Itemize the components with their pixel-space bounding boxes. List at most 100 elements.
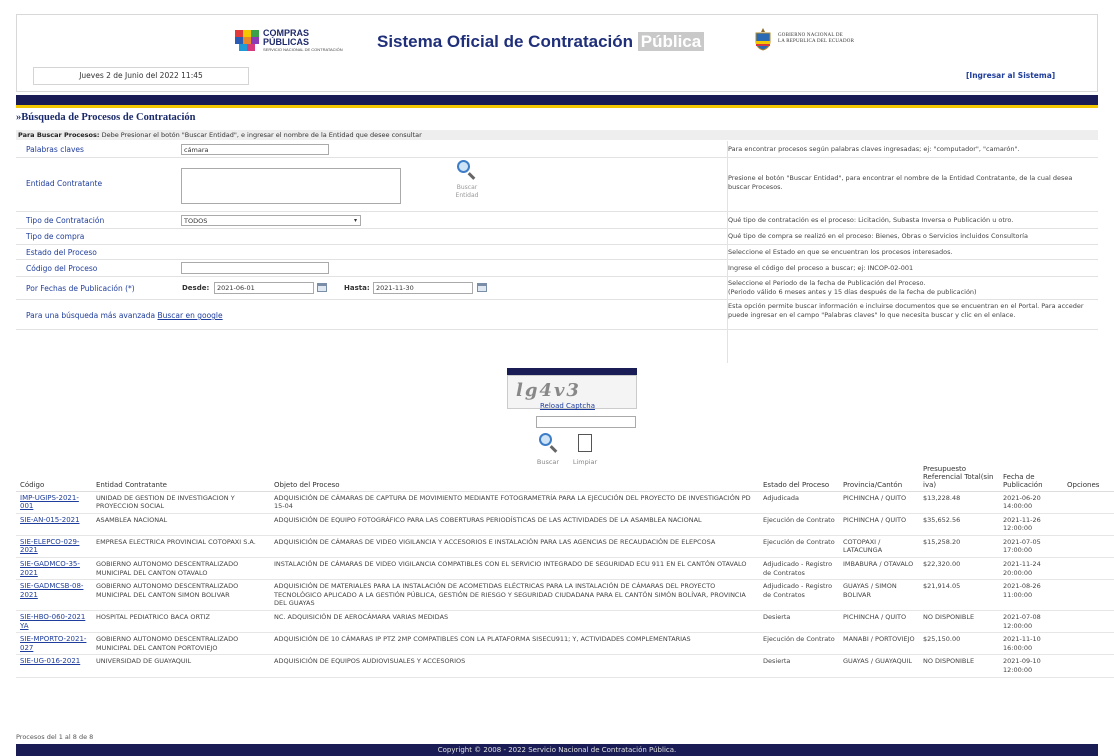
entity-cell: UNIDAD DE GESTION DE INVESTIGACION Y PRO… (92, 491, 270, 514)
entity-cell: GOBIERNO AUTONOMO DESCENTRALIZADO MUNICI… (92, 557, 270, 581)
reload-captcha-link[interactable]: Reload Captcha (540, 402, 595, 410)
dates-desc-line2: (Periodo válido 6 meses antes y 15 días … (728, 288, 977, 296)
table-row: SIE-ELEPCO-029-2021 EMPRESA ELECTRICA PRO… (16, 535, 1114, 559)
results-table: Código Entidad Contratante Objeto del Pr… (16, 455, 1114, 678)
process-code-input[interactable] (181, 262, 329, 274)
process-code-link[interactable]: SIE-GADMCSB-08-2021 (20, 582, 83, 599)
entity-cell: GOBIERNO AUTONOMO DESCENTRALIZADO MUNICI… (92, 579, 270, 612)
object-cell: ADQUISICIÓN DE CÁMARAS DE VIDEO VIGILANC… (270, 535, 759, 559)
state-cell: Adjudicado - Registro de Contratos (759, 579, 839, 612)
contract-type-value: TODOS (184, 217, 208, 225)
province-cell: PICHINCHA / QUITO (839, 513, 919, 536)
process-code-link[interactable]: SIE-MPORTO-2021-027 (20, 635, 86, 652)
compras-logo-mark-icon (235, 29, 259, 52)
calendar-icon[interactable] (317, 283, 327, 292)
state-cell: Ejecución de Contrato (759, 632, 839, 656)
process-code-link[interactable]: SIE-UG-016-2021 (20, 657, 80, 665)
table-row: SIE-AN-015-2021 ASAMBLEA NACIONAL ADQUISIC… (16, 513, 1114, 536)
table-row: SIE-HBO-060-2021 YA HOSPITAL PEDIATRICO B… (16, 610, 1114, 634)
options-cell (1063, 632, 1114, 656)
process-code-cell: SIE-GADMCSB-08-2021 (16, 579, 92, 612)
date-cell: 2021-07-05 17:00:00 (999, 535, 1063, 559)
date-cell: 2021-08-26 11:00:00 (999, 579, 1063, 612)
keywords-desc: Para encontrar procesos según palabras c… (728, 145, 1020, 153)
process-code-link[interactable]: SIE-GADMCO-35-2021 (20, 560, 80, 577)
google-search-link[interactable]: Buscar en google (157, 311, 222, 320)
keywords-input[interactable]: cámara (181, 144, 329, 155)
process-code-link[interactable]: SIE-ELEPCO-029-2021 (20, 538, 79, 555)
compras-tagline: SERVICIO NACIONAL DE CONTRATACIÓN (263, 47, 343, 52)
budget-cell: $15,258.20 (919, 535, 999, 559)
process-code-cell: SIE-MPORTO-2021-027 (16, 632, 92, 656)
ecuador-shield-icon (753, 27, 773, 51)
date-cell: 2021-11-26 12:00:00 (999, 513, 1063, 536)
object-cell: ADQUISICIÓN DE EQUIPOS AUDIOVISUALES Y A… (270, 654, 759, 678)
options-cell (1063, 610, 1114, 634)
process-code-row: Código del Proceso Ingrese el código del… (16, 260, 1098, 277)
process-code-cell: SIE-ELEPCO-029-2021 (16, 535, 92, 559)
process-code-link[interactable]: SIE-AN-015-2021 (20, 516, 80, 524)
advanced-row: Para una búsqueda más avanzada Buscar en… (16, 300, 1098, 330)
header-band (16, 95, 1098, 105)
province-cell: MANABI / PORTOVIEJO (839, 632, 919, 656)
object-cell: INSTALACIÓN DE CÁMARAS DE VIDEO VIGILANC… (270, 557, 759, 581)
current-date: Jueves 2 de Junio del 2022 11:45 (33, 67, 249, 85)
options-cell (1063, 654, 1114, 678)
col-entidad: Entidad Contratante (92, 455, 270, 492)
page-title: Sistema Oficial de Contratación Pública (377, 32, 705, 52)
col-codigo: Código (16, 455, 92, 492)
process-code-cell: SIE-GADMCO-35-2021 (16, 557, 92, 581)
entity-label: Entidad Contratante (26, 179, 103, 188)
entity-cell: EMPRESA ELECTRICA PROVINCIAL COTOPAXI S.… (92, 535, 270, 559)
search-entity-button[interactable]: Buscar Entidad (451, 184, 483, 200)
budget-cell: $35,652.56 (919, 513, 999, 536)
calendar-icon[interactable] (477, 283, 487, 292)
budget-cell: NO DISPONIBLE (919, 654, 999, 678)
search-entity-icon[interactable] (457, 160, 477, 180)
login-link[interactable]: [Ingresar al Sistema] (966, 71, 1055, 80)
province-cell: IMBABURA / OTAVALO (839, 557, 919, 581)
process-code-link[interactable]: SIE-HBO-060-2021 YA (20, 613, 85, 630)
col-fecha: Fecha de Publicación (999, 455, 1063, 492)
state-cell: Adjudicada (759, 491, 839, 514)
date-from-label: Desde: (182, 284, 210, 292)
entity-desc: Presione el botón "Buscar Entidad", para… (728, 174, 1073, 191)
state-cell: Desierta (759, 610, 839, 634)
object-cell: ADQUISICIÓN DE 10 CÁMARAS IP PTZ 2MP COM… (270, 632, 759, 656)
advanced-label: Para una búsqueda más avanzada Buscar en… (26, 311, 223, 320)
search-section-title: »Búsqueda de Procesos de Contratación (16, 112, 196, 123)
date-from-input[interactable]: 2021-06-01 (214, 282, 314, 294)
contract-type-label: Tipo de Contratación (26, 216, 105, 225)
chevron-down-icon: ▾ (353, 217, 357, 224)
process-state-label: Estado del Proceso (26, 248, 97, 257)
province-cell: PICHINCHA / QUITO (839, 610, 919, 634)
table-row: SIE-MPORTO-2021-027 GOBIERNO AUTONOMO DES… (16, 632, 1114, 656)
advanced-desc: Esta opción permite buscar información e… (728, 302, 1084, 319)
province-cell: GUAYAS / GUAYAQUIL (839, 654, 919, 678)
object-cell: ADQUISICIÓN DE EQUIPO FOTOGRÁFICO PARA L… (270, 513, 759, 536)
options-cell (1063, 557, 1114, 581)
process-code-link[interactable]: IMP-UGIPS-2021-001 (20, 494, 79, 511)
process-code-cell: IMP-UGIPS-2021-001 (16, 491, 92, 514)
entity-textarea[interactable] (181, 168, 401, 204)
search-help: Para Buscar Procesos: Debe Presionar el … (16, 130, 1098, 140)
options-cell (1063, 579, 1114, 612)
results-header-row: Código Entidad Contratante Objeto del Pr… (16, 455, 1114, 492)
document-icon (578, 434, 592, 452)
col-objeto: Objeto del Proceso (270, 455, 759, 492)
process-code-cell: SIE-AN-015-2021 (16, 513, 92, 536)
options-cell (1063, 491, 1114, 514)
process-code-cell: SIE-HBO-060-2021 YA (16, 610, 92, 634)
date-cell: 2021-11-24 20:00:00 (999, 557, 1063, 581)
date-to-input[interactable]: 2021-11-30 (373, 282, 473, 294)
keywords-label: Palabras claves (26, 145, 84, 154)
entity-cell: GOBIERNO AUTONOMO DESCENTRALIZADO MUNICI… (92, 632, 270, 656)
site-header: COMPRAS PÚBLICAS SERVICIO NACIONAL DE CO… (16, 14, 1098, 92)
state-cell: Ejecución de Contrato (759, 535, 839, 559)
contract-type-row: Tipo de Contratación TODOS ▾ Qué tipo de… (16, 212, 1098, 229)
dates-desc: Seleccione el Periodo de la fecha de Pub… (728, 279, 1096, 297)
captcha-input[interactable] (536, 416, 636, 428)
contract-type-select[interactable]: TODOS ▾ (181, 215, 361, 226)
process-state-desc: Seleccione el Estado en que se encuentra… (728, 248, 953, 256)
process-code-cell: SIE-UG-016-2021 (16, 654, 92, 678)
